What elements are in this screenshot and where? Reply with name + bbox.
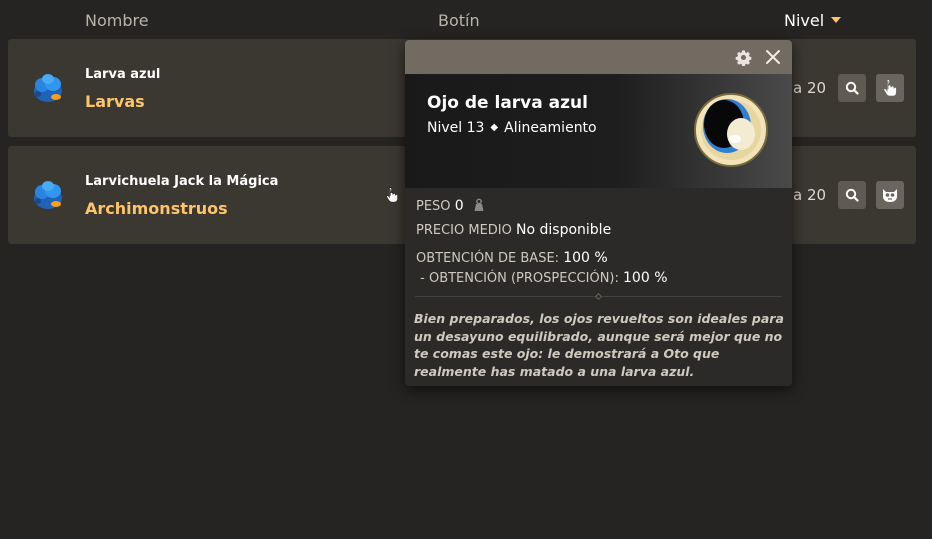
monster-family[interactable]: Larvas xyxy=(85,92,145,111)
separator-dot: ◆ xyxy=(490,122,499,133)
level-text: a 20 xyxy=(793,79,827,97)
weight-row: PESO 0 xyxy=(416,198,486,214)
gear-icon[interactable] xyxy=(735,49,752,66)
divider-ornament xyxy=(594,292,603,301)
price-label: PRECIO MEDIO xyxy=(416,223,512,238)
weight-value: 0 xyxy=(454,198,464,214)
base-drop-label: OBTENCIÓN DE BASE: xyxy=(416,251,560,266)
column-header-name[interactable]: Nombre xyxy=(85,11,149,30)
price-value: No disponible xyxy=(516,222,612,238)
table-header: Nombre Botín Nivel xyxy=(0,0,932,40)
prospecting-drop-row: - OBTENCIÓN (PROSPECCIÓN): 100 % xyxy=(416,270,668,286)
item-details: PESO 0 PRECIO MEDIO No disponible OBTENC… xyxy=(405,188,792,386)
item-title: Ojo de larva azul xyxy=(427,93,588,113)
search-icon xyxy=(845,81,859,95)
sort-desc-icon[interactable] xyxy=(831,17,841,23)
archmonster-button[interactable] xyxy=(876,181,904,209)
monster-name[interactable]: Larvichuela Jack la Mágica xyxy=(85,174,278,189)
column-header-level[interactable]: Nivel xyxy=(784,11,824,30)
item-category: Alineamiento xyxy=(504,120,597,136)
item-header: Ojo de larva azul Nivel 13 ◆ Alineamiento xyxy=(405,74,792,188)
base-drop-value: 100 % xyxy=(563,250,608,266)
loot-hand-button[interactable] xyxy=(876,74,904,102)
tooltip-titlebar[interactable] xyxy=(405,40,792,74)
base-drop-row: OBTENCIÓN DE BASE: 100 % xyxy=(416,250,608,266)
item-tooltip: Ojo de larva azul Nivel 13 ◆ Alineamiento … xyxy=(405,40,792,386)
monster-family[interactable]: Archimonstruos xyxy=(85,199,228,218)
archmonster-mask-icon xyxy=(883,189,897,202)
close-icon[interactable] xyxy=(765,49,781,65)
monster-name[interactable]: Larva azul xyxy=(85,67,160,82)
prospecting-drop-label: - OBTENCIÓN (PROSPECCIÓN): xyxy=(416,271,619,286)
item-level: Nivel 13 xyxy=(427,120,485,136)
weight-label: PESO xyxy=(416,199,451,214)
level-text: a 20 xyxy=(793,186,827,204)
search-icon xyxy=(845,188,859,202)
hand-cursor-icon xyxy=(883,79,897,97)
hand-cursor-icon xyxy=(386,187,399,203)
column-header-loot[interactable]: Botín xyxy=(438,11,480,30)
larva-monster-icon xyxy=(34,181,62,209)
price-row: PRECIO MEDIO No disponible xyxy=(416,222,611,238)
search-button[interactable] xyxy=(838,181,866,209)
item-description: Bien preparados, los ojos revueltos son … xyxy=(414,311,784,379)
blue-larva-eye-image xyxy=(694,93,768,167)
weight-icon xyxy=(474,198,484,211)
search-button[interactable] xyxy=(838,74,866,102)
larva-monster-icon xyxy=(34,74,62,102)
item-subtitle: Nivel 13 ◆ Alineamiento xyxy=(427,120,597,136)
prospecting-drop-value: 100 % xyxy=(623,270,668,286)
